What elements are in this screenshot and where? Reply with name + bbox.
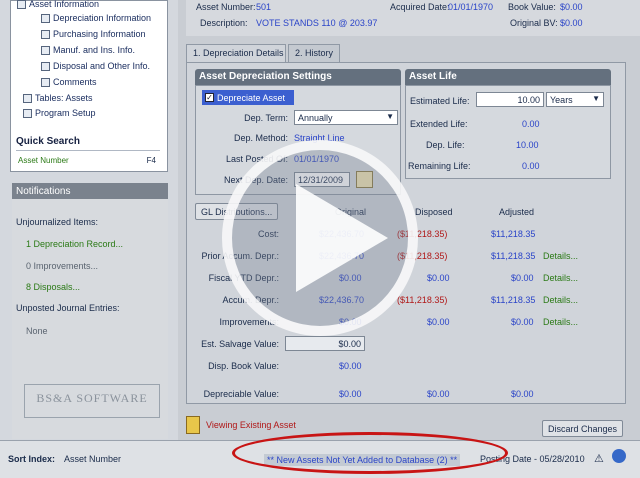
improvements-details-link[interactable]: Details... [543,317,578,327]
improvements-link[interactable]: 0 Improvements... [26,261,98,271]
checkmark-icon: ✓ [205,93,214,102]
acquired-value: 01/01/1970 [448,2,494,12]
tree-item-manufacturer[interactable]: Manuf. and Ins. Info. [41,45,135,55]
dep-term-select[interactable]: Annually ▼ [294,110,398,125]
fiscal-ytd-adjusted: $0.00 [511,273,534,283]
est-salvage-label: Est. Salvage Value: [201,339,279,349]
settings-icon [23,108,32,118]
page-icon [41,77,50,87]
depreciate-checkbox[interactable]: ✓ Depreciate Asset [202,90,294,105]
page-icon [41,13,50,23]
original-bv-label: Original BV: [510,18,558,28]
asset-life-header: Asset Life [405,69,611,85]
quick-search-title: Quick Search [16,136,80,147]
tree-item-comments[interactable]: Comments [41,77,97,87]
dropdown-arrow-icon: ▼ [592,94,600,103]
prior-accum-adjusted: $11,218.35 [491,251,536,261]
sort-index-value[interactable]: Asset Number [64,454,121,464]
sort-index-label: Sort Index: [8,454,56,464]
tree-item-purchasing[interactable]: Purchasing Information [41,29,146,39]
unjournalized-label: Unjournalized Items: [16,217,99,227]
page-icon [41,29,50,39]
depreciable-adjusted: $0.00 [511,389,534,399]
estimated-life-label: Estimated Life: [410,96,470,106]
quick-search-key: F4 [146,156,156,165]
dep-term-label: Dep. Term: [244,113,288,123]
col-disposed: Disposed [415,207,453,217]
viewing-status: Viewing Existing Asset [206,420,296,430]
asset-header: Asset Number: 501 Description: VOTE STAN… [186,0,640,36]
improvements-disposed: $0.00 [427,317,450,327]
est-salvage-input[interactable]: $0.00 [285,336,365,351]
tab-history[interactable]: 2. History [288,44,340,62]
improvements-adjusted: $0.00 [511,317,534,327]
tree-item-tables-assets[interactable]: Tables: Assets [23,93,93,103]
dropdown-arrow-icon: ▼ [386,112,394,121]
quick-search-field[interactable]: Asset Number F4 [16,150,160,168]
folder-icon [17,0,26,9]
page-icon [41,61,50,71]
depr-records-link[interactable]: 1 Depreciation Record... [26,239,123,249]
disp-book-value: $0.00 [339,361,362,371]
none-text: None [26,326,48,336]
extended-life-value: 0.00 [522,119,540,129]
quick-search-label: Asset Number [18,156,69,165]
tree-item-disposal[interactable]: Disposal and Other Info. [41,61,150,71]
col-adjusted: Adjusted [499,207,535,217]
notifications-header: Notifications [12,183,168,199]
asset-life-group: Estimated Life: 10.00 Years ▼ Extended L… [405,85,611,179]
page-icon [41,45,50,55]
warning-icon [186,416,200,434]
unposted-label: Unposted Journal Entries: [16,303,120,313]
description-value: VOTE STANDS 110 @ 203.97 [256,18,378,28]
dep-method-label: Dep. Method: [233,133,288,143]
discard-changes-button[interactable]: Discard Changes [542,420,624,437]
table-icon [23,93,32,103]
company-logo: BS&A SOFTWARE [24,384,160,418]
alert-icon[interactable]: ⚠ [594,452,604,465]
acquired-label: Acquired Date: [390,2,450,12]
tree-item-asset-information[interactable]: Asset Information [17,0,99,9]
fiscal-ytd-disposed: $0.00 [427,273,450,283]
remaining-life-label: Remaining Life: [408,161,471,171]
original-bv-value: $0.00 [560,18,583,28]
extended-life-label: Extended Life: [410,119,468,129]
book-value-label: Book Value: [508,2,556,12]
remaining-life-value: 0.00 [522,161,540,171]
depreciable-original: $0.00 [339,389,362,399]
tree-item-depreciation[interactable]: Depreciation Information [41,13,151,23]
asset-number-value: 501 [256,2,272,12]
depreciable-label: Depreciable Value: [203,389,279,399]
accum-depr-details-link[interactable]: Details... [543,295,578,305]
prior-accum-details-link[interactable]: Details... [543,251,578,261]
cost-adjusted: $11,218.35 [491,229,536,239]
disp-book-label: Disp. Book Value: [208,361,279,371]
book-value: $0.00 [560,2,583,12]
tree-item-program-setup[interactable]: Program Setup [23,108,96,118]
play-icon [296,184,388,292]
description-label: Description: [200,18,248,28]
tab-depreciation-details[interactable]: 1. Depreciation Details [186,44,286,62]
estimated-life-input[interactable]: 10.00 [476,92,544,107]
highlight-oval [232,432,508,474]
life-unit-select[interactable]: Years ▼ [546,92,604,107]
asset-number-label: Asset Number: [196,2,256,12]
dep-life-value: 10.00 [516,140,539,150]
depreciable-disposed: $0.00 [427,389,450,399]
accum-depr-adjusted: $11,218.35 [491,295,536,305]
settings-header: Asset Depreciation Settings [195,69,401,85]
accum-depr-disposed: ($11,218.35) [397,295,448,305]
disposals-link[interactable]: 8 Disposals... [26,282,80,292]
dep-life-label: Dep. Life: [426,140,465,150]
fiscal-ytd-details-link[interactable]: Details... [543,273,578,283]
play-button[interactable] [222,140,418,336]
globe-icon[interactable] [612,449,626,463]
